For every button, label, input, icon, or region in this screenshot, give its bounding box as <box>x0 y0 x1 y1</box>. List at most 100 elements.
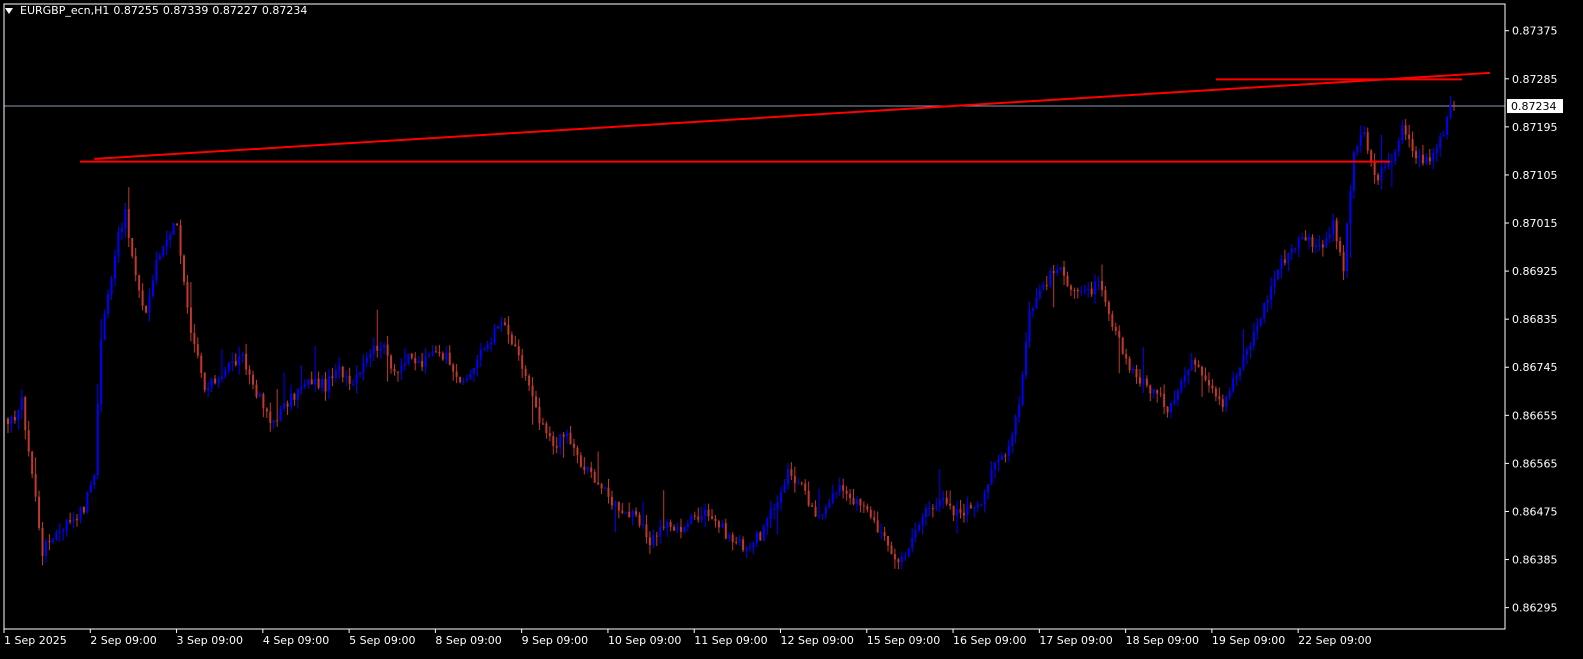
candle-body <box>352 383 355 385</box>
triangle-down-icon[interactable] <box>5 8 13 14</box>
candle-body <box>296 389 299 400</box>
candle <box>735 536 738 545</box>
candle <box>1211 379 1214 394</box>
candle-body <box>179 225 182 256</box>
price-tick-label: 0.87195 <box>1512 121 1558 134</box>
candle-body <box>1145 378 1148 386</box>
candle-body <box>797 482 800 484</box>
candle-body <box>483 348 486 350</box>
candle <box>469 369 472 381</box>
candle <box>1359 125 1362 153</box>
candle-body <box>1415 151 1418 159</box>
candle-body <box>241 353 244 356</box>
candle <box>890 541 893 555</box>
candle-body <box>1404 125 1407 135</box>
time-tick-label: 4 Sep 09:00 <box>263 634 329 647</box>
candle <box>510 331 513 346</box>
candle-body <box>907 548 910 557</box>
candle-body <box>452 364 455 372</box>
candle-body <box>86 492 89 513</box>
candle <box>151 274 154 299</box>
candle-body <box>1249 345 1252 350</box>
candle-body <box>1042 285 1045 290</box>
candle <box>414 352 417 371</box>
candle <box>286 400 289 415</box>
candle <box>824 504 827 520</box>
candle-body <box>1297 239 1300 249</box>
candle-body <box>1432 153 1435 162</box>
candle-body <box>545 423 548 434</box>
candle <box>38 490 41 531</box>
candle-body <box>1045 285 1048 287</box>
candle <box>1259 317 1262 328</box>
candle <box>210 377 213 393</box>
candle-body <box>1000 455 1003 460</box>
candle-body <box>359 372 362 375</box>
candle-body <box>766 518 769 527</box>
price-tick-label: 0.87105 <box>1512 169 1558 182</box>
candle <box>1401 120 1404 145</box>
candle <box>407 353 410 366</box>
candle <box>1135 364 1138 384</box>
candle-body <box>321 378 324 388</box>
candle <box>162 245 165 258</box>
candle <box>1121 336 1124 355</box>
candle <box>1435 143 1438 162</box>
candle <box>697 507 700 523</box>
candle-body <box>1290 248 1293 254</box>
candle-body <box>55 532 58 540</box>
candle-body <box>476 359 479 368</box>
candle-body <box>424 356 427 368</box>
candle-body <box>517 346 520 356</box>
candle-body <box>1311 236 1314 247</box>
candle-body <box>1287 253 1290 263</box>
candle-body <box>1352 152 1355 191</box>
candle-body <box>386 344 389 356</box>
candle-body <box>127 209 130 238</box>
candle-body <box>17 409 20 421</box>
candle <box>34 457 37 502</box>
candle <box>717 519 720 534</box>
candle <box>220 349 223 383</box>
candle-body <box>324 378 327 392</box>
candle <box>597 451 600 486</box>
candle <box>1063 260 1066 286</box>
candle-body <box>945 497 948 504</box>
chart-frame[interactable]: 0.87375 0.87285 0.87195 0.87105 0.87015 0.869… <box>0 0 1583 659</box>
candle <box>1301 232 1304 240</box>
candle-body <box>1214 388 1217 397</box>
candle <box>1311 234 1314 253</box>
candle <box>96 383 99 480</box>
candle <box>417 356 420 364</box>
candle <box>1145 375 1148 388</box>
candle-body <box>1411 139 1414 152</box>
candle-body <box>990 469 993 485</box>
candle-body <box>13 417 16 421</box>
candle <box>859 498 862 513</box>
candle <box>1045 276 1048 291</box>
candle <box>169 231 172 248</box>
candle-body <box>911 537 914 549</box>
candle <box>1183 367 1186 388</box>
candle <box>883 526 886 541</box>
candle-body <box>1446 117 1449 135</box>
candle-body <box>887 536 890 546</box>
candle-body <box>1276 269 1279 280</box>
candle <box>248 365 251 385</box>
candle <box>994 461 997 479</box>
candle <box>604 486 607 491</box>
candle-body <box>289 393 292 407</box>
candle <box>258 392 261 398</box>
candle-body <box>811 505 814 507</box>
candle-body <box>1118 330 1121 338</box>
candle-body <box>1125 354 1128 359</box>
candle-body <box>445 352 448 360</box>
candle-body <box>535 396 538 408</box>
candle <box>1166 405 1169 418</box>
candle <box>559 433 562 455</box>
price-chart[interactable]: 0.87375 0.87285 0.87195 0.87105 0.87015 0.869… <box>0 0 1583 659</box>
candle <box>327 368 330 399</box>
candle-body <box>186 281 189 308</box>
candle <box>849 489 852 505</box>
candle-body <box>707 509 710 517</box>
